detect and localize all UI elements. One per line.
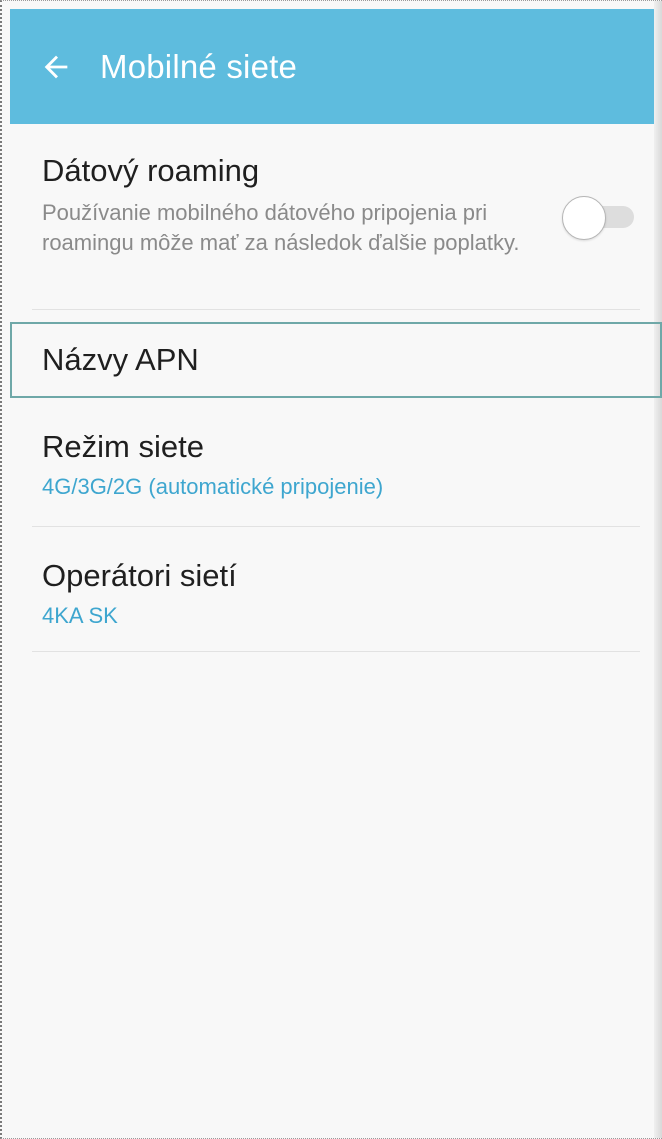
divider	[32, 651, 640, 652]
page-title: Mobilné siete	[100, 47, 298, 85]
screen: Mobilné siete Dátový roaming Používanie …	[0, 0, 662, 1139]
network-mode-title: Režim siete	[42, 429, 204, 464]
network-operators-value: 4KA SK	[42, 603, 118, 628]
network-operators-title: Operátori sietí	[42, 558, 237, 593]
apn-names-title: Názvy APN	[42, 342, 199, 377]
settings-list: Dátový roaming Používanie mobilného dáto…	[10, 124, 662, 652]
data-roaming-toggle[interactable]	[562, 196, 638, 240]
setting-apn-names[interactable]: Názvy APN	[10, 322, 662, 398]
setting-data-roaming[interactable]: Dátový roaming Používanie mobilného dáto…	[10, 124, 662, 309]
toggle-knob	[562, 196, 606, 240]
data-roaming-title: Dátový roaming	[42, 153, 260, 188]
app-bar: Mobilné siete	[10, 9, 662, 124]
setting-network-mode[interactable]: Režim siete 4G/3G/2G (automatické pripoj…	[10, 398, 662, 526]
data-roaming-description: Používanie mobilného dátového pripojenia…	[42, 200, 520, 255]
network-mode-value: 4G/3G/2G (automatické pripojenie)	[42, 474, 384, 499]
back-button[interactable]	[26, 37, 86, 97]
arrow-left-icon	[44, 55, 68, 78]
setting-network-operators[interactable]: Operátori sietí 4KA SK	[10, 527, 662, 651]
divider	[32, 309, 640, 310]
